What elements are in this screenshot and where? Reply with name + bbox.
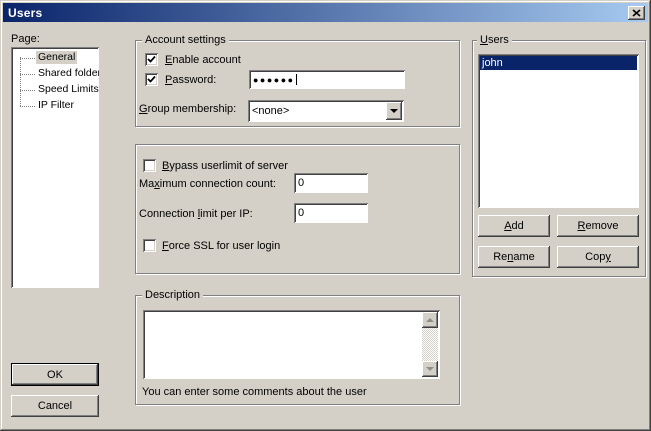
connection-limit-per-ip-input[interactable]: 0 [294, 203, 368, 223]
account-settings-group: Account settings Enable account Password… [135, 40, 460, 127]
tree-item-ip-filter[interactable]: IP Filter [11, 98, 99, 114]
tree-item-speed-limits[interactable]: Speed Limits [11, 82, 99, 98]
password-checkbox[interactable] [145, 73, 158, 86]
chevron-down-icon [390, 109, 398, 113]
copy-button[interactable]: Copy [557, 246, 639, 268]
close-icon [632, 9, 641, 17]
users-dialog: Users Page: General Shared folders Speed… [0, 0, 651, 431]
tree-item-shared-folders[interactable]: Shared folders [11, 66, 99, 82]
tree-item-label[interactable]: IP Filter [36, 99, 76, 112]
bypass-userlimit-label[interactable]: Bypass userlimit of server [162, 160, 288, 172]
cancel-button[interactable]: Cancel [11, 395, 99, 417]
force-ssl-label[interactable]: Force SSL for user login [162, 240, 280, 252]
users-group: Users john Add Remove Rename Copy [472, 40, 646, 277]
tree-item-label[interactable]: Shared folders [36, 67, 99, 80]
limits-group: Bypass userlimit of server Maximum conne… [135, 144, 460, 274]
remove-button[interactable]: Remove [557, 215, 639, 237]
group-membership-label: Group membership: [139, 103, 236, 115]
account-settings-group-title: Account settings [142, 34, 229, 47]
password-input[interactable]: ●●●●●● [249, 70, 405, 89]
description-textarea[interactable] [143, 310, 440, 379]
close-button[interactable] [628, 6, 645, 20]
enable-account-checkbox[interactable] [145, 53, 158, 66]
checkmark-icon [147, 75, 156, 84]
scroll-down-icon [426, 367, 434, 371]
ok-button[interactable]: OK [11, 363, 99, 386]
bypass-userlimit-checkbox[interactable] [143, 159, 156, 172]
password-label[interactable]: Password: [165, 74, 216, 86]
description-group-title: Description [142, 289, 203, 302]
force-ssl-checkbox[interactable] [143, 239, 156, 252]
users-group-title: Users [477, 34, 512, 47]
scroll-up-icon [426, 318, 434, 322]
users-listbox[interactable]: john [478, 54, 639, 208]
rename-button[interactable]: Rename [478, 246, 550, 268]
max-connection-count-input[interactable]: 0 [294, 173, 368, 193]
add-button[interactable]: Add [478, 215, 550, 237]
description-scrollbar[interactable] [422, 312, 438, 377]
connection-limit-per-ip-label: Connection limit per IP: [139, 208, 253, 220]
group-membership-value: <none> [252, 105, 289, 117]
description-group: Description You can enter some comments … [135, 295, 460, 405]
password-masked-value: ●●●●●● [253, 75, 295, 85]
text-caret [296, 74, 297, 85]
page-tree[interactable]: General Shared folders Speed Limits IP F… [11, 47, 99, 288]
page-label: Page: [11, 33, 40, 45]
scroll-up-button[interactable] [422, 312, 438, 328]
titlebar[interactable]: Users [3, 3, 648, 22]
list-item-john[interactable]: john [480, 56, 637, 70]
description-hint: You can enter some comments about the us… [142, 386, 367, 398]
window-title: Users [3, 6, 42, 20]
tree-item-label[interactable]: General [36, 51, 77, 64]
enable-account-label[interactable]: Enable account [165, 54, 241, 66]
tree-item-general[interactable]: General [11, 50, 99, 66]
scroll-down-button[interactable] [422, 361, 438, 377]
group-membership-combobox[interactable]: <none> [248, 100, 404, 122]
checkmark-icon [147, 55, 156, 64]
combobox-dropdown-button[interactable] [386, 102, 402, 120]
tree-item-label[interactable]: Speed Limits [36, 83, 99, 96]
max-connection-count-label: Maximum connection count: [139, 178, 276, 190]
